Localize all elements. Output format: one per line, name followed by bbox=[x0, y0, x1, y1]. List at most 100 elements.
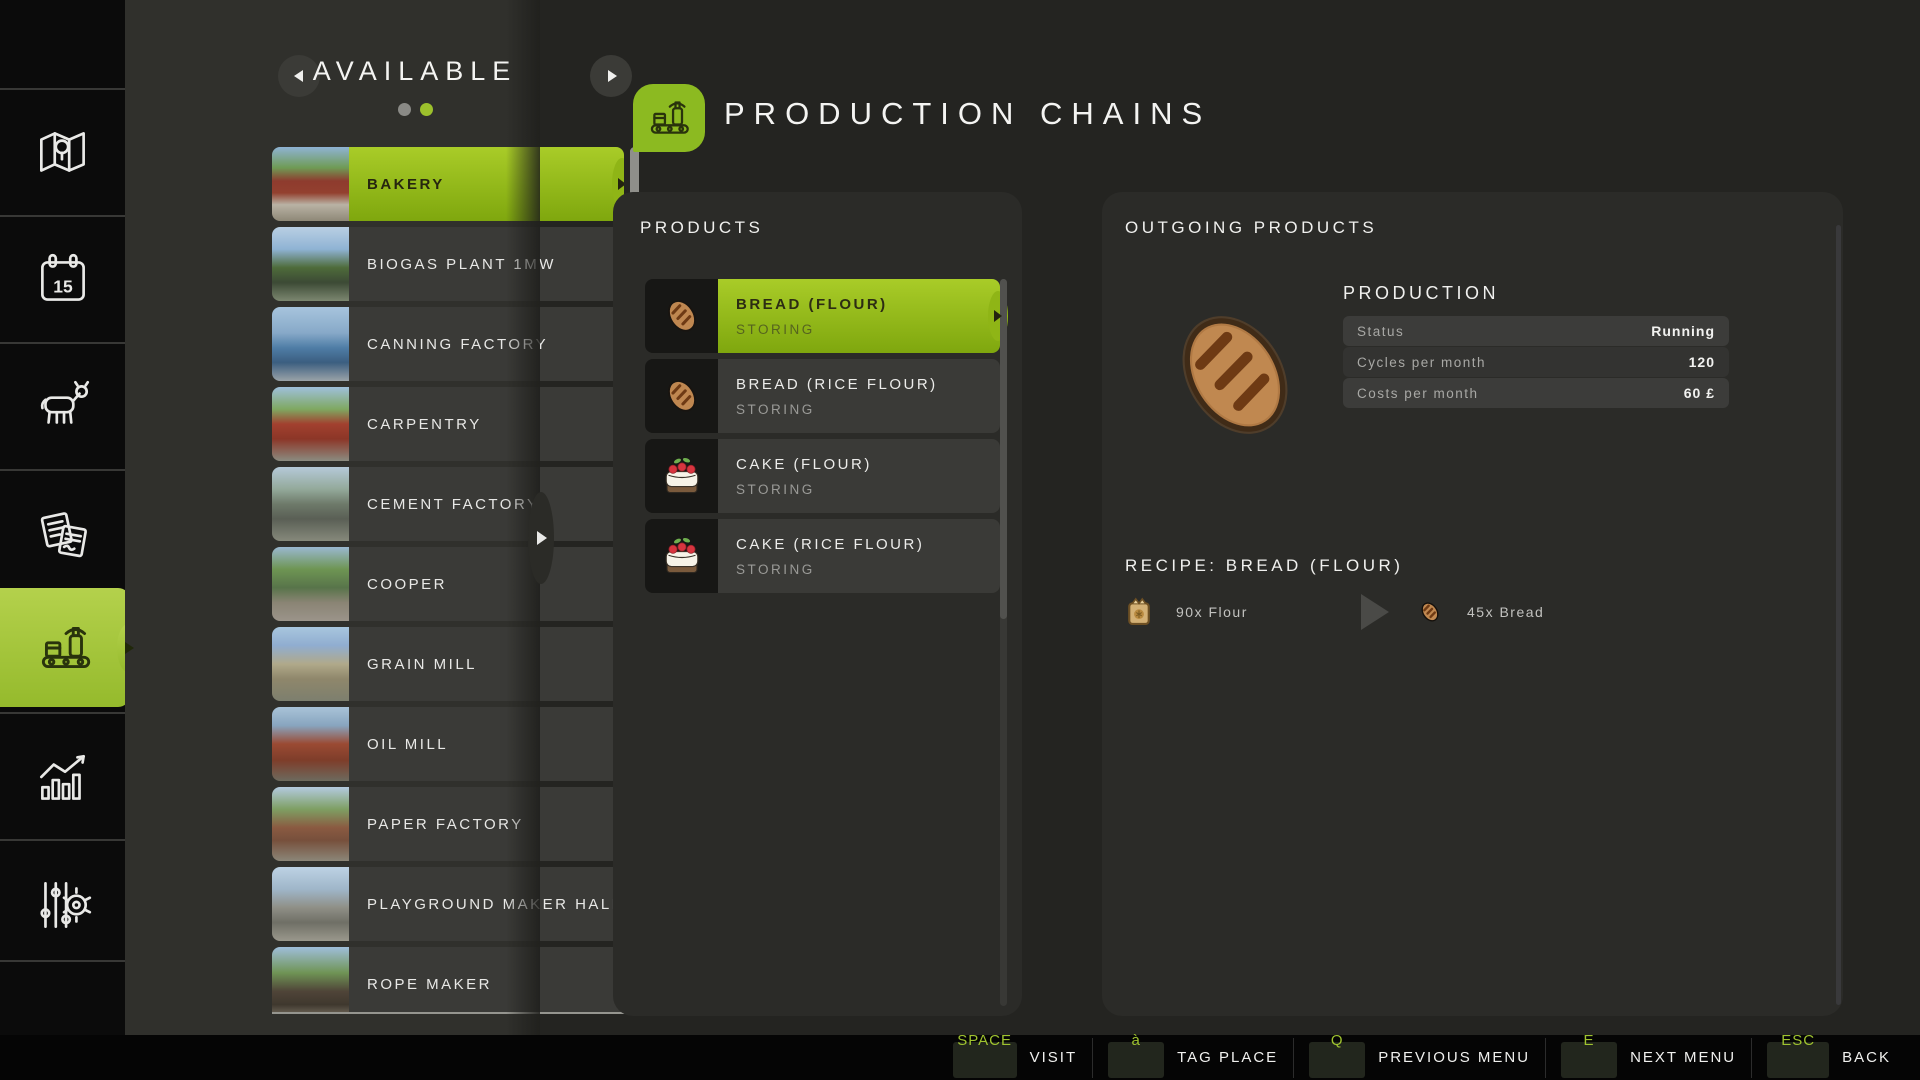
product-icon-tile bbox=[645, 279, 718, 353]
product-info: CAKE (RICE FLOUR) STORING bbox=[718, 519, 1000, 593]
list-item-label: OIL MILL bbox=[349, 707, 624, 781]
products-panel: PRODUCTS BREAD (FLOUR) STORING BREAD (RI… bbox=[613, 192, 1022, 1016]
cycles-value: 120 bbox=[1688, 354, 1715, 370]
production-section-title: PRODUCTION bbox=[1343, 283, 1499, 303]
cake-icon bbox=[665, 458, 698, 494]
list-item-oil-mill[interactable]: OIL MILL bbox=[272, 707, 624, 781]
row-label: Status bbox=[1357, 323, 1405, 339]
sidebar-item-animals[interactable] bbox=[0, 344, 125, 469]
page-dot-active bbox=[419, 103, 433, 116]
building-thumbnail bbox=[272, 307, 349, 381]
key-label: Q bbox=[1330, 1031, 1344, 1049]
list-item-carpentry[interactable]: CARPENTRY bbox=[272, 387, 624, 461]
building-thumbnail bbox=[272, 547, 349, 621]
collapse-panel-button[interactable] bbox=[528, 492, 554, 584]
row-label: Cycles per month bbox=[1357, 354, 1487, 370]
page-title: PRODUCTION CHAINS bbox=[724, 96, 1212, 131]
product-item-cake-flour[interactable]: CAKE (FLOUR) STORING bbox=[645, 439, 1000, 513]
product-item-cake-rice-flour[interactable]: CAKE (RICE FLOUR) STORING bbox=[645, 519, 1000, 593]
costs-value: 60 £ bbox=[1683, 385, 1715, 401]
product-item-bread-flour[interactable]: BREAD (FLOUR) STORING bbox=[645, 279, 1002, 353]
building-thumbnail bbox=[272, 627, 349, 701]
production-chains-screen: 15 AVAILABLE BAKERY BIOGAS PLANT 1MW CAN… bbox=[0, 0, 1920, 1080]
selected-product-image bbox=[1155, 288, 1315, 463]
main-menu-sidebar: 15 bbox=[0, 0, 139, 1035]
chevron-right-icon bbox=[618, 178, 624, 190]
key-label: E bbox=[1583, 1031, 1595, 1049]
space-key[interactable]: SPACE bbox=[952, 1032, 1017, 1078]
key-label: ESC bbox=[1781, 1031, 1816, 1049]
sidebar-item-contracts[interactable] bbox=[0, 471, 125, 596]
bread-icon bbox=[1182, 316, 1288, 434]
recipe-output-text: 45x Bread bbox=[1467, 604, 1545, 620]
products-panel-title: PRODUCTS bbox=[640, 218, 764, 237]
product-name: BREAD (RICE FLOUR) bbox=[736, 375, 938, 393]
shortcut-label: PREVIOUS MENU bbox=[1378, 1049, 1531, 1066]
shortcut-visit: SPACE VISIT bbox=[938, 1032, 1093, 1078]
list-item-paper-factory[interactable]: PAPER FACTORY bbox=[272, 787, 624, 861]
q-key[interactable]: Q bbox=[1309, 1032, 1366, 1078]
documents-icon bbox=[40, 511, 87, 557]
shortcut-bar: SPACE VISIT à TAG PLACE Q PREVIOUS MENU … bbox=[0, 1032, 1920, 1080]
outgoing-panel-title: OUTGOING PRODUCTS bbox=[1125, 218, 1378, 237]
a-grave-key[interactable]: à bbox=[1108, 1032, 1165, 1078]
chevron-right-icon bbox=[608, 70, 617, 82]
bread-icon bbox=[667, 300, 696, 332]
sidebar-item-calendar[interactable]: 15 bbox=[0, 217, 125, 342]
product-info: BREAD (RICE FLOUR) STORING bbox=[718, 359, 1000, 433]
chevron-right-icon bbox=[537, 531, 547, 545]
product-icon-tile bbox=[645, 439, 718, 513]
list-item-bakery[interactable]: BAKERY bbox=[272, 147, 624, 221]
chevron-right-icon bbox=[125, 641, 134, 654]
product-item-bread-rice-flour[interactable]: BREAD (RICE FLOUR) STORING bbox=[645, 359, 1000, 433]
list-item-label: BAKERY bbox=[349, 147, 624, 221]
next-page-button[interactable] bbox=[590, 55, 632, 97]
e-key[interactable]: E bbox=[1561, 1032, 1618, 1078]
shortcut-tag-place: à TAG PLACE bbox=[1092, 1032, 1293, 1078]
list-item-label: BIOGAS PLANT 1MW bbox=[349, 227, 624, 301]
shortcut-previous-menu: Q PREVIOUS MENU bbox=[1293, 1032, 1545, 1078]
flour-sack-icon bbox=[1128, 597, 1150, 625]
esc-key[interactable]: ESC bbox=[1767, 1032, 1830, 1078]
product-name: BREAD (FLOUR) bbox=[736, 295, 888, 313]
list-item-cement-factory[interactable]: CEMENT FACTORY bbox=[272, 467, 624, 541]
bread-icon bbox=[1421, 602, 1439, 622]
list-bottom-divider bbox=[272, 1012, 638, 1014]
building-thumbnail bbox=[272, 947, 349, 1013]
list-item-playground-maker-hall[interactable]: PLAYGROUND MAKER HALL bbox=[272, 867, 624, 941]
calendar-icon: 15 bbox=[40, 253, 85, 301]
key-label: à bbox=[1131, 1031, 1141, 1049]
list-item-grain-mill[interactable]: GRAIN MILL bbox=[272, 627, 624, 701]
list-item-label: PAPER FACTORY bbox=[349, 787, 624, 861]
recipe-row: 90x Flour 45x Bread bbox=[1126, 590, 1686, 634]
list-item-label: ROPE MAKER bbox=[349, 947, 624, 1013]
product-icon-tile bbox=[645, 519, 718, 593]
sidebar-item-settings[interactable] bbox=[0, 843, 125, 968]
cake-icon bbox=[665, 538, 698, 574]
product-status: STORING bbox=[736, 561, 815, 577]
map-icon bbox=[39, 131, 85, 172]
shortcut-next-menu: E NEXT MENU bbox=[1545, 1032, 1751, 1078]
product-info: CAKE (FLOUR) STORING bbox=[718, 439, 1000, 513]
production-chains-icon bbox=[650, 101, 689, 134]
list-item-cooper[interactable]: COOPER bbox=[272, 547, 624, 621]
shortcut-label: NEXT MENU bbox=[1630, 1049, 1737, 1066]
building-thumbnail bbox=[272, 707, 349, 781]
page-dot bbox=[397, 103, 411, 116]
list-item-biogas-plant[interactable]: BIOGAS PLANT 1MW bbox=[272, 227, 624, 301]
sidebar-item-map[interactable] bbox=[0, 90, 125, 215]
sidebar-item-statistics[interactable] bbox=[0, 716, 125, 841]
product-status: STORING bbox=[736, 321, 815, 337]
scrollbar-thumb[interactable] bbox=[1000, 279, 1007, 619]
status-value: Running bbox=[1651, 323, 1715, 339]
products-list: BREAD (FLOUR) STORING BREAD (RICE FLOUR) bbox=[645, 279, 1002, 593]
sidebar-item-production-chains[interactable] bbox=[0, 588, 139, 707]
key-label: SPACE bbox=[957, 1031, 1012, 1049]
list-item-label: CARPENTRY bbox=[349, 387, 624, 461]
sidebar-divider bbox=[0, 712, 125, 714]
production-table: Status Running Cycles per month 120 Cost… bbox=[1343, 316, 1729, 408]
outgoing-scrollbar[interactable] bbox=[1836, 225, 1841, 1005]
list-item-canning-factory[interactable]: CANNING FACTORY bbox=[272, 307, 624, 381]
list-item-rope-maker[interactable]: ROPE MAKER bbox=[272, 947, 624, 1013]
products-scrollbar[interactable] bbox=[1000, 279, 1007, 1006]
